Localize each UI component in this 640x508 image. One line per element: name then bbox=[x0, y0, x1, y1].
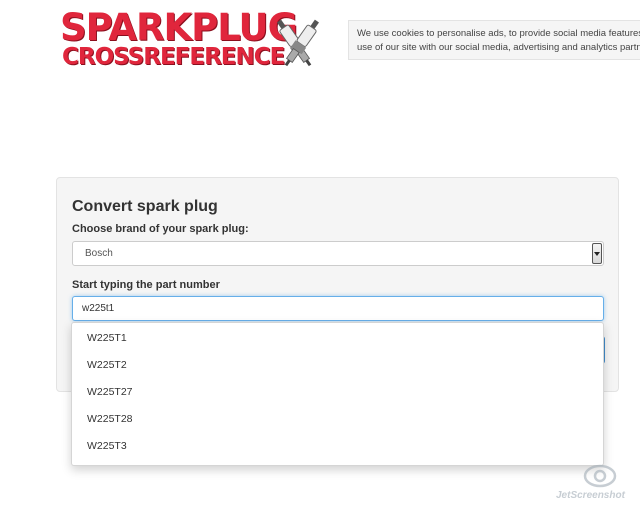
brand-select[interactable]: Bosch bbox=[72, 241, 604, 266]
logo-text-crossreference: CROSSREFERENCE bbox=[62, 44, 285, 70]
cookie-notice-line1: We use cookies to personalise ads, to pr… bbox=[357, 28, 640, 39]
chevron-down-icon[interactable] bbox=[592, 243, 602, 264]
brand-select-value: Bosch bbox=[85, 248, 113, 259]
watermark: JetScreenshot bbox=[556, 462, 640, 506]
suggestion-item[interactable]: W225T28 bbox=[72, 406, 603, 433]
suggestion-item[interactable]: W225T2 bbox=[72, 352, 603, 379]
autocomplete-dropdown: W225T1 W225T2 W225T27 W225T28 W225T3 bbox=[71, 322, 604, 466]
part-number-label: Start typing the part number bbox=[72, 279, 220, 291]
site-logo[interactable]: SPARKPLUG CROSSREFERENCE bbox=[60, 6, 325, 72]
camera-eye-icon bbox=[583, 464, 617, 488]
panel-title: Convert spark plug bbox=[72, 198, 218, 215]
watermark-text: JetScreenshot bbox=[556, 490, 625, 501]
part-number-input[interactable]: w225t1 bbox=[72, 296, 604, 321]
cookie-notice-line2: use of our site with our social media, a… bbox=[357, 42, 640, 53]
suggestion-item[interactable]: W225T1 bbox=[72, 325, 603, 352]
logo-text-sparkplug: SPARKPLUG bbox=[60, 6, 298, 49]
suggestion-item[interactable]: W225T3 bbox=[72, 433, 603, 460]
suggestion-list: W225T1 W225T2 W225T27 W225T28 W225T3 bbox=[72, 323, 603, 460]
cookie-notice: We use cookies to personalise ads, to pr… bbox=[348, 20, 640, 60]
suggestion-item[interactable]: W225T27 bbox=[72, 379, 603, 406]
brand-label: Choose brand of your spark plug: bbox=[72, 223, 249, 235]
spark-plugs-icon bbox=[277, 19, 319, 67]
